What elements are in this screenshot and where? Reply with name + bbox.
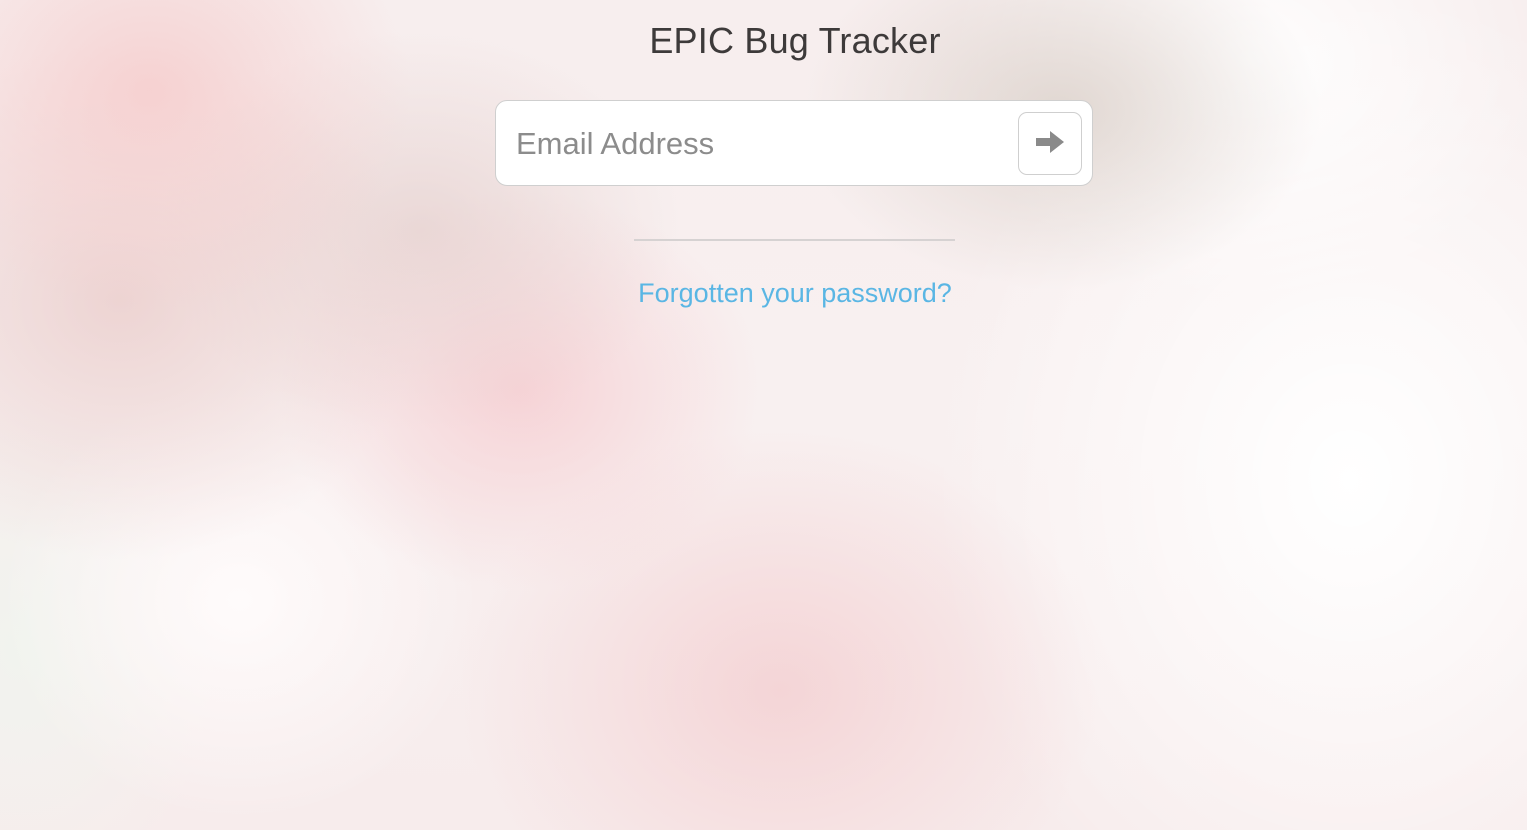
forgot-password-link[interactable]: Forgotten your password? — [0, 278, 1527, 309]
page-title: EPIC Bug Tracker — [649, 20, 941, 61]
email-login-form — [495, 100, 1093, 186]
email-input[interactable] — [516, 119, 1006, 169]
divider — [634, 239, 955, 241]
arrow-right-icon — [1035, 130, 1065, 157]
login-page: EPIC Bug Tracker Forgotten your password… — [0, 0, 1527, 830]
submit-button[interactable] — [1018, 112, 1082, 175]
